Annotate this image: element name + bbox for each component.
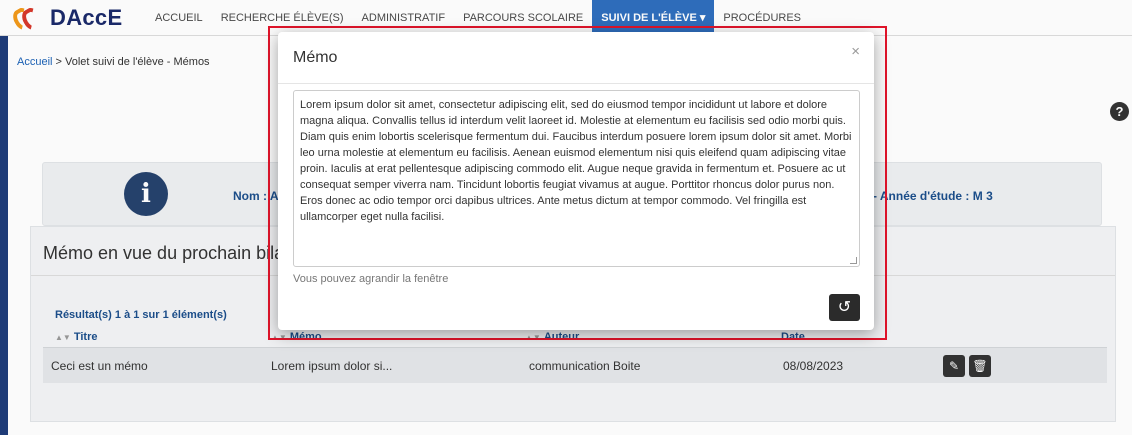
resize-handle-icon[interactable] bbox=[850, 257, 857, 264]
modal-title: Mémo bbox=[293, 49, 338, 66]
reset-button[interactable]: ↺ bbox=[829, 294, 860, 321]
helper-text: Vous pouvez agrandir la fenêtre bbox=[293, 273, 449, 285]
memo-textarea[interactable]: Lorem ipsum dolor sit amet, consectetur … bbox=[293, 90, 860, 267]
memo-text: Lorem ipsum dolor sit amet, consectetur … bbox=[300, 99, 852, 223]
undo-icon: ↺ bbox=[837, 299, 852, 316]
modal-header: Mémo × bbox=[278, 32, 874, 84]
close-icon[interactable]: × bbox=[851, 43, 860, 60]
memo-modal: Mémo × Lorem ipsum dolor sit amet, conse… bbox=[278, 32, 874, 330]
